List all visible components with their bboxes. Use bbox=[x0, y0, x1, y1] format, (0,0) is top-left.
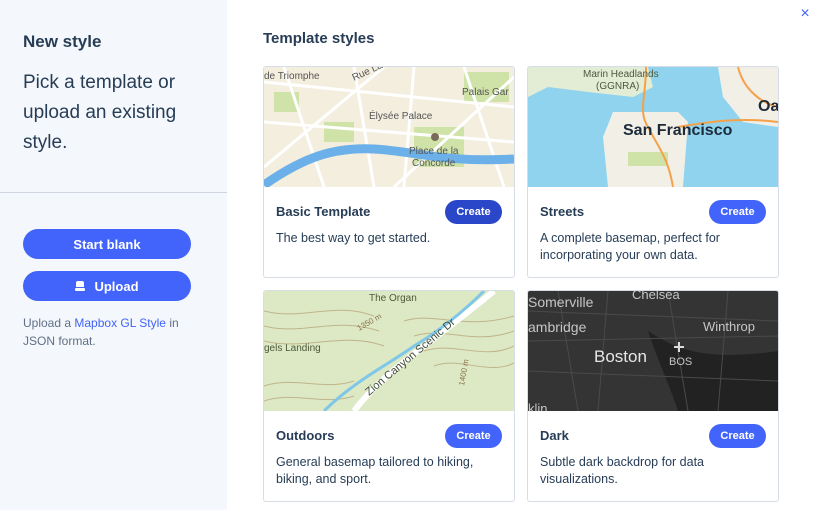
dark-map-label-5: Boston bbox=[594, 347, 647, 366]
upload-button[interactable]: Upload bbox=[23, 271, 191, 301]
basic-template-description: The best way to get started. bbox=[276, 231, 431, 245]
template-card-basic: de Triomphe Rue La Palais Gar Élysée Pal… bbox=[263, 66, 515, 278]
start-blank-label: Start blank bbox=[73, 236, 141, 252]
dark-map-label-3: ambridge bbox=[528, 319, 587, 335]
upload-label: Upload bbox=[94, 278, 139, 294]
basic-map-label-6: Concorde bbox=[412, 158, 456, 169]
outdoors-map-label-2: gels Landing bbox=[264, 343, 321, 354]
streets-map-label-3: San Francisco bbox=[623, 122, 733, 139]
template-styles-heading: Template styles bbox=[263, 30, 375, 47]
mapbox-gl-style-link[interactable]: Mapbox GL Style bbox=[74, 316, 166, 330]
upload-note: Upload a Mapbox GL Style in JSON format. bbox=[23, 314, 198, 350]
dark-template-name: Dark bbox=[540, 428, 569, 443]
template-card-streets: Marin Headlands (GGNRA) San Francisco Oa… bbox=[527, 66, 779, 278]
create-outdoors-button[interactable]: Create bbox=[445, 424, 502, 448]
dark-map-thumbnail: Somerville Chelsea ambridge Winthrop Bos… bbox=[528, 291, 778, 411]
dark-map-label-4: Winthrop bbox=[703, 319, 755, 334]
basic-map-thumbnail: de Triomphe Rue La Palais Gar Élysée Pal… bbox=[264, 67, 514, 187]
dark-template-description: Subtle dark backdrop for data visualizat… bbox=[540, 455, 704, 486]
upload-note-prefix: Upload a bbox=[23, 316, 75, 330]
sidebar-subtitle: Pick a template or upload an existing st… bbox=[23, 72, 177, 153]
create-streets-button[interactable]: Create bbox=[709, 200, 766, 224]
close-icon[interactable]: × bbox=[797, 6, 813, 22]
template-card-dark: Somerville Chelsea ambridge Winthrop Bos… bbox=[527, 290, 779, 502]
dark-map-label-6: BOS bbox=[669, 356, 692, 368]
sidebar-divider bbox=[0, 192, 227, 193]
basic-map-label-5: Place de la bbox=[409, 146, 459, 157]
basic-map-label-1: de Triomphe bbox=[264, 71, 320, 82]
outdoors-map-thumbnail: The Organ gels Landing Zion Canyon Sceni… bbox=[264, 291, 514, 411]
basic-template-name: Basic Template bbox=[276, 204, 371, 219]
basic-map-label-3: Palais Gar bbox=[462, 87, 509, 98]
outdoors-template-name: Outdoors bbox=[276, 428, 335, 443]
new-style-dialog: New style Pick a template or upload an e… bbox=[0, 0, 819, 510]
template-card-outdoors: The Organ gels Landing Zion Canyon Sceni… bbox=[263, 290, 515, 502]
upload-icon bbox=[75, 280, 86, 292]
sidebar: New style Pick a template or upload an e… bbox=[0, 0, 227, 510]
basic-map-label-4: Élysée Palace bbox=[369, 109, 433, 122]
start-blank-button[interactable]: Start blank bbox=[23, 229, 191, 259]
streets-template-description: A complete basemap, perfect for incorpor… bbox=[540, 231, 720, 262]
create-basic-button[interactable]: Create bbox=[445, 200, 502, 224]
sidebar-title: New style bbox=[23, 32, 102, 51]
create-dark-button[interactable]: Create bbox=[709, 424, 766, 448]
outdoors-template-description: General basemap tailored to hiking, biki… bbox=[276, 455, 474, 486]
streets-map-label-1: Marin Headlands bbox=[583, 69, 659, 80]
dark-map-label-2: Chelsea bbox=[632, 291, 680, 302]
dark-map-label-7: klin bbox=[528, 401, 548, 411]
streets-map-label-4: Oa bbox=[758, 98, 778, 115]
outdoors-map-label-1: The Organ bbox=[369, 293, 417, 304]
streets-map-thumbnail: Marin Headlands (GGNRA) San Francisco Oa bbox=[528, 67, 778, 187]
streets-map-label-2: (GGNRA) bbox=[596, 81, 639, 92]
dark-map-label-1: Somerville bbox=[528, 294, 594, 310]
streets-template-name: Streets bbox=[540, 204, 585, 219]
